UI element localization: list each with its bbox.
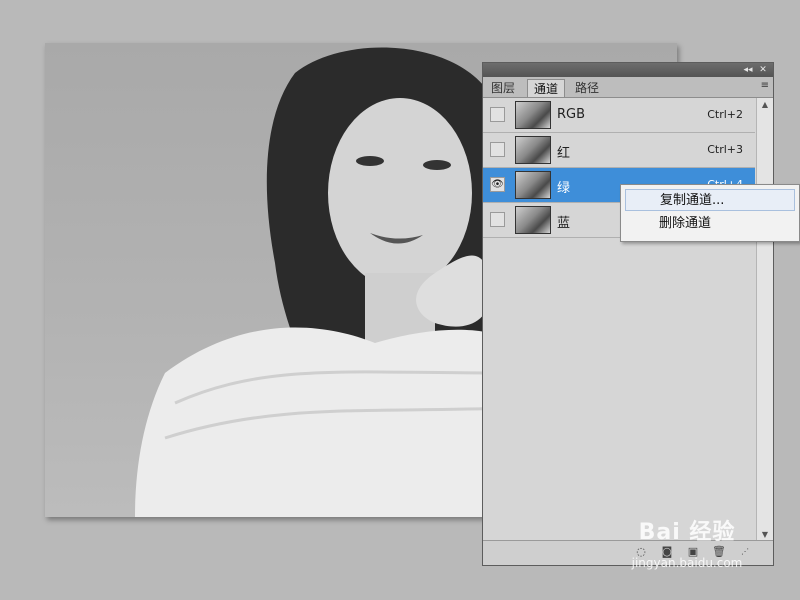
eye-icon[interactable]: 👁 — [490, 177, 505, 192]
visibility-toggle[interactable] — [490, 212, 505, 227]
panel-scrollbar[interactable]: ▲ ▼ — [756, 98, 773, 542]
channel-row-red[interactable]: 红 Ctrl+3 — [483, 133, 755, 168]
panel-menu-icon[interactable]: ≡ — [761, 80, 769, 91]
channel-label: 绿 — [557, 181, 571, 196]
watermark-logo: Bai 经验 — [638, 520, 736, 545]
channel-label: RGB — [557, 107, 586, 122]
channel-thumbnail — [515, 136, 551, 164]
channels-panel: ◂◂ ✕ 图层 通道 路径 ≡ RGB Ctrl+2 红 Ctrl+3 👁 绿 … — [482, 62, 774, 566]
visibility-toggle[interactable] — [490, 107, 505, 122]
collapse-icon[interactable]: ◂◂ — [741, 64, 755, 76]
delete-channel-menu-item[interactable]: 删除通道 — [625, 213, 795, 235]
tab-channels[interactable]: 通道 — [527, 79, 566, 97]
channel-row-rgb[interactable]: RGB Ctrl+2 — [483, 98, 755, 133]
channel-thumbnail — [515, 101, 551, 129]
panel-tabs: 图层 通道 路径 ≡ — [483, 77, 773, 98]
tab-paths[interactable]: 路径 — [569, 79, 605, 97]
channel-label: 红 — [557, 146, 571, 161]
duplicate-channel-menu-item[interactable]: 复制通道... — [625, 189, 795, 211]
baidu-watermark: Bai 经验 jingyan.baidu.com — [612, 514, 762, 584]
channel-label: 蓝 — [557, 216, 571, 231]
watermark-url: jingyan.baidu.com — [631, 556, 743, 570]
tab-layers[interactable]: 图层 — [485, 79, 521, 97]
visibility-toggle[interactable] — [490, 142, 505, 157]
channel-thumbnail — [515, 171, 551, 199]
close-icon[interactable]: ✕ — [756, 64, 770, 76]
channel-shortcut: Ctrl+3 — [707, 143, 743, 156]
channel-shortcut: Ctrl+2 — [707, 108, 743, 121]
channel-thumbnail — [515, 206, 551, 234]
panel-titlebar: ◂◂ ✕ — [483, 63, 773, 77]
channel-context-menu: 复制通道... 删除通道 — [620, 184, 800, 242]
scroll-up-icon[interactable]: ▲ — [757, 98, 773, 112]
